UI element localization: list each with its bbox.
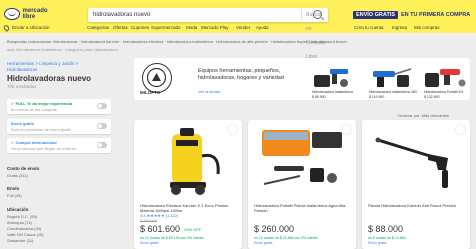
nav-item-vender[interactable]: Vender: [236, 25, 250, 30]
banner-product-2-caption: Hidrolavadora Inalámbrica 48V: [369, 90, 418, 94]
breadcrumb-leaf[interactable]: Hidrolavadoras: [7, 67, 37, 72]
filter-full[interactable]: ✓ FULL Te da mejor experiencia en envíos…: [7, 99, 111, 114]
filter-item-antioquia[interactable]: Antioquia (74): [7, 220, 32, 225]
banner-product-1-image[interactable]: [310, 63, 356, 89]
product-title[interactable]: Pistola Hidrolavadora Karcher Anti Rosca…: [368, 203, 466, 208]
product-title[interactable]: Hidrolavadora Portátil Pistola Inalámbri…: [254, 203, 352, 213]
product-price: $ 260.000: [254, 224, 295, 234]
filter-free-shipping-label: Envío gratis: [11, 121, 34, 126]
related-searches: Búsquedas relacionadas: hidrolavadora · …: [0, 38, 476, 47]
top-header: mercado libre hidrolavadoras nuevo Busca…: [0, 0, 476, 60]
banner-product-3-price: $ 132.900: [424, 95, 440, 99]
search-input[interactable]: hidrolavadoras nuevo Buscar en Mercado L…: [88, 8, 328, 60]
nav-login[interactable]: Ingresa: [392, 25, 407, 30]
store-banner[interactable]: MILOPTS Equipos herramientas, pequeños, …: [134, 58, 470, 100]
sort-dropdown[interactable]: Ordenar por: Más relevantes: [398, 113, 449, 118]
filter-item-full[interactable]: Full (49): [7, 193, 22, 198]
banner-product-3-image[interactable]: [422, 63, 468, 89]
section-location: Ubicación: [7, 207, 29, 212]
filter-international-label: ✓ Compra internacional: [11, 140, 57, 145]
filter-item-bogota[interactable]: Bogotá D.C. (95): [7, 214, 37, 219]
banner-product-2-image[interactable]: [367, 63, 413, 89]
filter-item-free[interactable]: Gratis (311): [7, 173, 28, 178]
product-shipping: Envío gratis: [254, 241, 273, 245]
banner-product-1-caption: Hidrolavadora Inalámbrica: [312, 90, 353, 94]
favorite-icon[interactable]: [228, 125, 237, 134]
related-searches-2[interactable]: auto hidrolavadora inalámbrica · manguer…: [7, 47, 118, 52]
filter-free-shipping-toggle[interactable]: [97, 123, 107, 129]
product-installments: en 12 cuotas de $ 50.133 con 0% interés: [140, 236, 204, 240]
filter-international-toggle[interactable]: [97, 142, 107, 148]
store-brand: MILOPTS: [140, 90, 160, 95]
breadcrumb[interactable]: Herramientas > Limpieza y Jardín >: [7, 61, 78, 66]
nav-create-account[interactable]: Crea tu cuenta: [354, 25, 384, 30]
nav-location[interactable]: Enviar a Ubicación: [12, 25, 50, 30]
product-card[interactable]: Hidrolavadora Portátil Pistola Inalámbri…: [248, 120, 356, 249]
product-installments: en 6 cuotas de $ 14.666: [368, 236, 406, 240]
mercadolibre-logo[interactable]: mercado libre: [4, 5, 58, 22]
promo-badge: ENVÍO GRATIS: [353, 10, 399, 19]
product-shipping: Envío gratis: [140, 241, 159, 245]
handshake-icon: [4, 7, 20, 20]
favorite-icon[interactable]: [456, 125, 465, 134]
favorite-icon[interactable]: [342, 125, 351, 134]
filter-item-cundinamarca[interactable]: Cundinamarca (43): [7, 226, 41, 231]
related-searches-text[interactable]: Búsquedas relacionadas: hidrolavadora · …: [7, 39, 347, 44]
results-count: 700 resultados: [7, 84, 37, 89]
banner-product-1-price: $ 89.900: [312, 95, 326, 99]
promo-text: EN TU PRIMERA COMPRA: [401, 11, 471, 18]
product-card[interactable]: Pistola Hidrolavadora Karcher Anti Rosca…: [362, 120, 470, 249]
section-shipping-cost: Costo de envío: [7, 166, 40, 171]
location-pin-icon: [2, 24, 11, 32]
product-image-portable-kit[interactable]: [254, 126, 350, 198]
search-icon[interactable]: [313, 10, 322, 19]
product-card[interactable]: Hidrolavadora Eléctrica Karcher K 2 Ecoo…: [134, 120, 242, 249]
filter-international-desc: Ver productos que llegan del exterior: [11, 146, 77, 151]
filter-full-desc: en envíos de tus compras: [11, 107, 57, 112]
nav-my-purchases[interactable]: Mis compras: [414, 25, 440, 30]
search-divider: [301, 10, 302, 20]
nav-item-moda[interactable]: Moda: [186, 25, 197, 30]
filters-sidebar: Herramientas > Limpieza y Jardín > Hidro…: [0, 58, 128, 249]
product-image-spray-gun[interactable]: [368, 126, 464, 198]
product-image-karcher[interactable]: [140, 126, 236, 198]
store-logo-icon: [146, 67, 167, 88]
search-value: hidrolavadoras nuevo: [93, 12, 151, 18]
product-price: $ 601.600: [140, 224, 181, 234]
store-logo: [142, 63, 172, 93]
filter-item-valle[interactable]: Valle Del Cauca (15): [7, 232, 44, 237]
store-link[interactable]: Ver la tienda: [198, 89, 220, 94]
product-shipping: Envío gratis: [368, 241, 387, 245]
banner-product-3-caption: Hidrolavadora Portátil Kit: [424, 90, 463, 94]
nav-item-cupones[interactable]: Cupones: [131, 25, 149, 30]
logo-text: mercado libre: [22, 7, 48, 20]
store-tagline: Equipos herramientas, pequeños, hidrolav…: [198, 68, 284, 81]
nav-item-ayuda[interactable]: Ayuda: [256, 25, 269, 30]
product-installments: en 12 cuotas de $ 21.666 con 0% interés: [254, 236, 318, 240]
nav-item-supermercado[interactable]: Supermercado: [151, 25, 181, 30]
filter-full-label: ✓ FULL Te da mejor experiencia: [11, 101, 72, 106]
promo-banner[interactable]: ENVÍO GRATIS EN TU PRIMERA COMPRA: [353, 9, 470, 20]
filter-item-santander[interactable]: Santander (11): [7, 238, 33, 243]
filter-international[interactable]: ✓ Compra internacional Ver productos que…: [7, 138, 111, 153]
nav-item-categorias[interactable]: Categorías: [87, 25, 109, 30]
nav-item-mercado-play[interactable]: Mercado Play: [201, 25, 229, 30]
filter-free-shipping[interactable]: Envío gratis Solo en productos de envío …: [7, 119, 111, 134]
filter-free-shipping-desc: Solo en productos de envío gratis: [11, 127, 71, 132]
page-title: Hidrolavadoras nuevo: [7, 74, 92, 83]
section-shipping: Envío: [7, 186, 20, 191]
nav-bar: Enviar a Ubicación Categorías Ofertas Cu…: [0, 24, 476, 33]
filter-full-toggle[interactable]: [97, 103, 107, 109]
banner-product-2-price: $ 119.900: [369, 95, 385, 99]
product-discount: 23% OFF: [184, 227, 202, 232]
nav-item-ofertas[interactable]: Ofertas: [113, 25, 128, 30]
product-price: $ 88.000: [368, 224, 404, 234]
product-old-price: $ 790.000: [140, 219, 157, 223]
product-title[interactable]: Hidrolavadora Eléctrica Karcher K 2 Ecoo…: [140, 203, 238, 213]
product-rating: 4.8 ★★★★★ (1.322): [140, 213, 179, 218]
